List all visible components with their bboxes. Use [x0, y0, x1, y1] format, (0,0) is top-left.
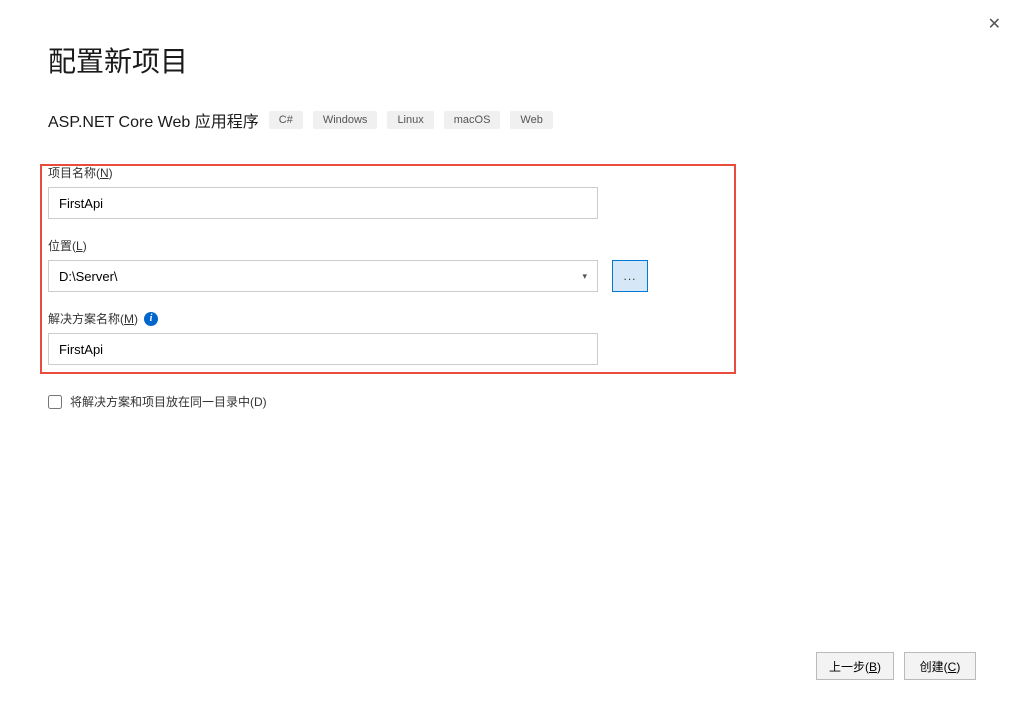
- solution-name-group: 解决方案名称(M) i: [48, 310, 976, 365]
- same-directory-label[interactable]: 将解决方案和项目放在同一目录中(D): [70, 393, 267, 410]
- same-directory-checkbox[interactable]: [48, 395, 62, 409]
- tag-csharp: C#: [269, 111, 303, 129]
- location-combobox[interactable]: D:\Server\ ▾: [48, 260, 598, 292]
- create-button[interactable]: 创建(C): [904, 652, 976, 680]
- project-template-name: ASP.NET Core Web 应用程序: [48, 108, 259, 132]
- project-name-group: 项目名称(N): [48, 164, 976, 219]
- back-button[interactable]: 上一步(B): [816, 652, 894, 680]
- tag-windows: Windows: [313, 111, 378, 129]
- close-button[interactable]: ✕: [980, 10, 1009, 38]
- subtitle-row: ASP.NET Core Web 应用程序 C# Windows Linux m…: [48, 108, 976, 132]
- same-directory-row: 将解决方案和项目放在同一目录中(D): [48, 393, 976, 410]
- location-group: 位置(L) D:\Server\ ▾ ...: [48, 237, 976, 292]
- page-title: 配置新项目: [48, 40, 976, 80]
- solution-name-input[interactable]: [48, 333, 598, 365]
- project-name-input[interactable]: [48, 187, 598, 219]
- tag-macos: macOS: [444, 111, 501, 129]
- solution-name-label: 解决方案名称(M) i: [48, 310, 976, 327]
- tag-linux: Linux: [387, 111, 433, 129]
- chevron-down-icon: ▾: [582, 271, 587, 282]
- header: 配置新项目 ASP.NET Core Web 应用程序 C# Windows L…: [0, 0, 1024, 152]
- tag-web: Web: [510, 111, 552, 129]
- close-icon: ✕: [988, 16, 1001, 33]
- location-label: 位置(L): [48, 237, 976, 254]
- form-area: 项目名称(N) 位置(L) D:\Server\ ▾ ... 解决方案名称(M)…: [48, 164, 976, 410]
- project-name-label: 项目名称(N): [48, 164, 976, 181]
- browse-button[interactable]: ...: [612, 260, 648, 292]
- info-icon[interactable]: i: [144, 312, 158, 326]
- footer: 上一步(B) 创建(C): [816, 652, 976, 680]
- location-value: D:\Server\: [59, 269, 582, 284]
